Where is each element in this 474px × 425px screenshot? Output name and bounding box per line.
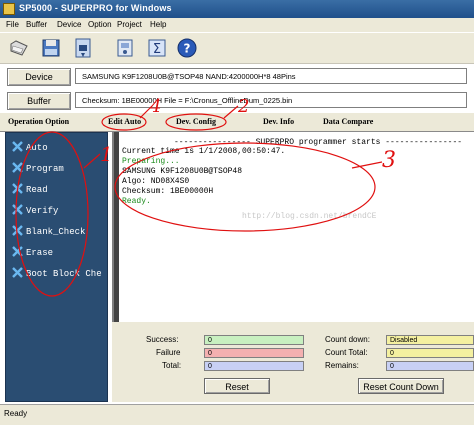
annotation-sidebar-ellipse xyxy=(15,131,89,297)
annotation-number-2: 2 xyxy=(238,96,250,117)
annotation-overlay xyxy=(15,105,383,297)
annotation-arrow-2 xyxy=(223,105,239,119)
annotation-number-3: 3 xyxy=(382,148,396,173)
annotation-edit-auto-ellipse xyxy=(101,113,147,131)
annotation-number-1: 1 xyxy=(100,142,113,166)
annotation-number-4: 4 xyxy=(150,96,162,117)
annotation-arrow-1 xyxy=(83,153,101,169)
annotation-console-ellipse xyxy=(114,142,376,232)
annotation-dev-config-ellipse xyxy=(165,113,227,131)
